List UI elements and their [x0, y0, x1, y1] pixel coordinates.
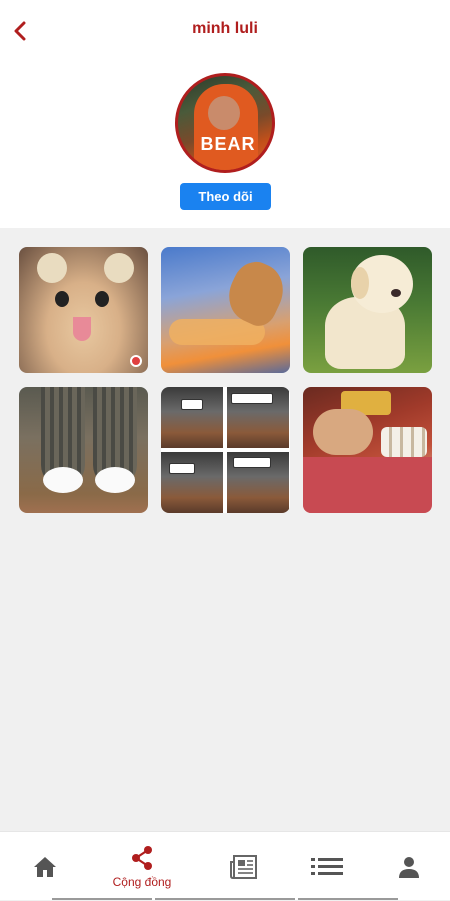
- cat-eye-right: [95, 291, 109, 307]
- avatar-face: [208, 96, 240, 130]
- nav-item-home[interactable]: [0, 832, 90, 901]
- puppy-nose: [391, 289, 401, 297]
- nav-label-community: Cộng đồng: [112, 874, 172, 889]
- pin-badge-icon: [130, 355, 142, 367]
- cat-paw-right: [95, 467, 135, 493]
- hat-ear-left: [37, 253, 67, 283]
- profile-header: minh luli BEAR Theo dõi: [0, 0, 450, 228]
- deer-figure: [313, 409, 373, 455]
- cat-in-sky-photo[interactable]: [161, 247, 290, 373]
- speech-bubble: [169, 463, 195, 474]
- avatar[interactable]: BEAR: [175, 73, 275, 173]
- comic-strip-photo[interactable]: [161, 387, 290, 513]
- hat-ear-right: [104, 253, 134, 283]
- puppy-ear: [351, 267, 369, 299]
- cat-paw-left: [43, 467, 83, 493]
- tea-cups: [381, 427, 427, 457]
- follow-button[interactable]: Theo dõi: [180, 183, 271, 210]
- comic-panel: [161, 452, 223, 513]
- cat-paws-photo[interactable]: [19, 387, 148, 513]
- altar-cloth: [303, 457, 432, 513]
- nav-item-list[interactable]: [282, 832, 372, 901]
- nav-item-profile[interactable]: [364, 832, 450, 901]
- puppy-photo[interactable]: [303, 247, 432, 373]
- nav-item-news[interactable]: [199, 832, 289, 901]
- speech-bubble: [233, 457, 271, 468]
- newspaper-icon: [230, 854, 257, 879]
- nav-item-community[interactable]: Cộng đồng: [97, 832, 187, 901]
- speech-bubble: [181, 399, 203, 410]
- speech-bubble: [231, 393, 273, 404]
- home-icon: [34, 856, 56, 877]
- bottom-nav: Cộng đồng: [0, 831, 450, 900]
- cat-eye-left: [55, 291, 69, 307]
- cat-tongue: [73, 317, 91, 341]
- person-icon: [399, 856, 419, 878]
- list-icon: [311, 857, 343, 875]
- page-title: minh luli: [192, 20, 258, 37]
- altar-offering-photo[interactable]: [303, 387, 432, 513]
- comic-panel: [161, 387, 223, 448]
- share-icon: [132, 845, 152, 870]
- avatar-shirt-text: BEAR: [200, 134, 256, 154]
- cat-with-hat-photo[interactable]: [19, 247, 148, 373]
